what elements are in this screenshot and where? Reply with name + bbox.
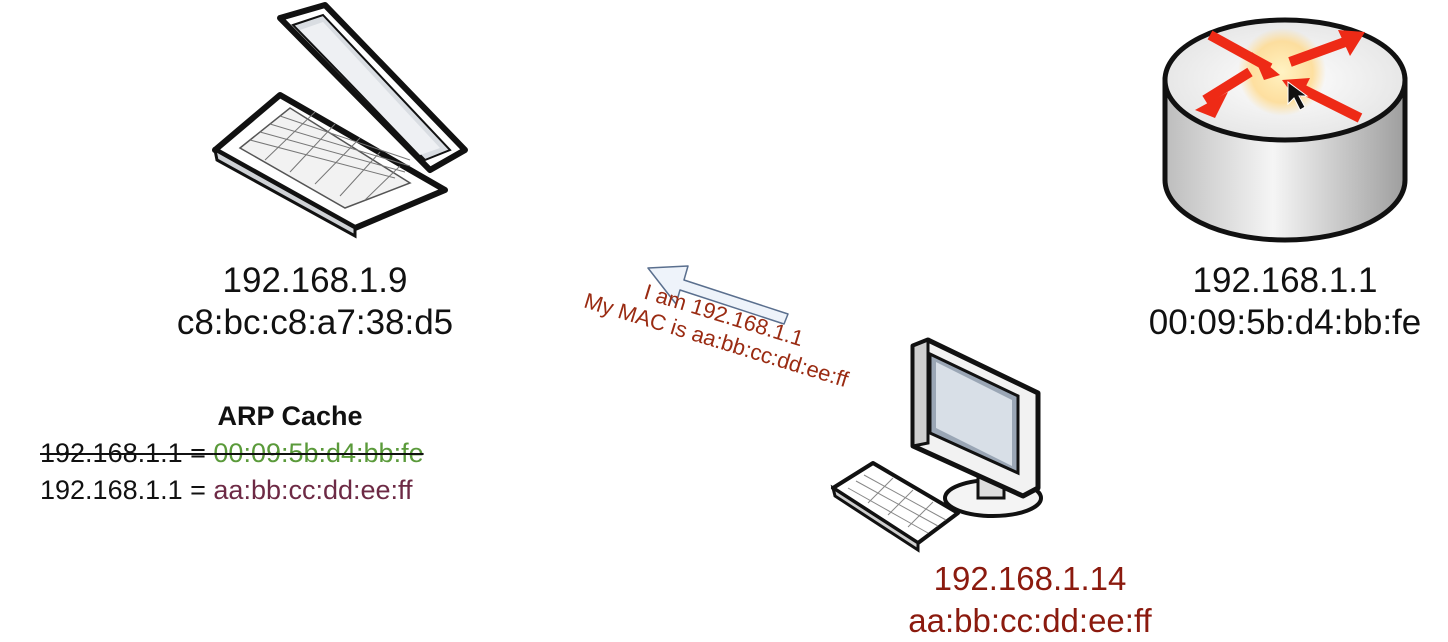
laptop-ip: 192.168.1.9 [222, 261, 408, 300]
arp-entry-new: 192.168.1.1 = aa:bb:cc:dd:ee:ff [40, 472, 540, 509]
arp-cache: ARP Cache 192.168.1.1 = 00:09:5b:d4:bb:f… [40, 398, 540, 509]
arp-entry-old-ip: 192.168.1.1 = [40, 438, 214, 468]
router-label: 192.168.1.1 00:09:5b:d4:bb:fe [1115, 260, 1448, 344]
laptop-mac: c8:bc:c8:a7:38:d5 [176, 303, 454, 342]
router-mac: 00:09:5b:d4:bb:fe [1148, 303, 1422, 342]
attacker-mac: aa:bb:cc:dd:ee:ff [908, 602, 1152, 639]
laptop-label: 192.168.1.9 c8:bc:c8:a7:38:d5 [155, 260, 475, 344]
arp-cache-title: ARP Cache [217, 401, 363, 431]
arp-entry-old-mac: 00:09:5b:d4:bb:fe [213, 438, 424, 468]
attacker-ip: 192.168.1.14 [933, 560, 1127, 597]
arp-entry-new-ip: 192.168.1.1 = [40, 475, 214, 505]
attacker-label: 192.168.1.14 aa:bb:cc:dd:ee:ff [880, 558, 1180, 642]
arp-entry-old: 192.168.1.1 = 00:09:5b:d4:bb:fe [40, 435, 540, 472]
laptop-icon [212, 2, 468, 239]
router-icon [1162, 17, 1408, 243]
router-ip: 192.168.1.1 [1192, 261, 1378, 300]
arp-entry-new-mac: aa:bb:cc:dd:ee:ff [213, 475, 413, 505]
